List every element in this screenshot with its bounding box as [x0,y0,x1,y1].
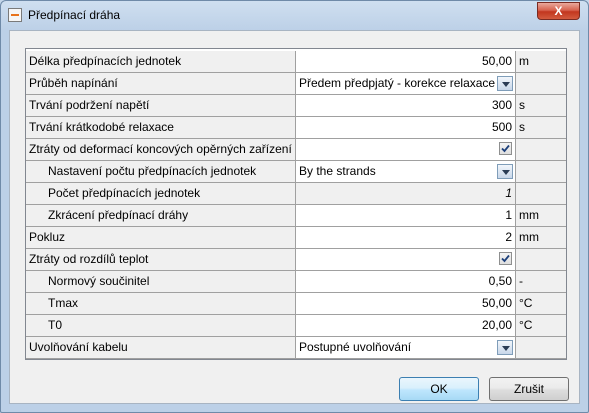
property-value-text: 500 [491,120,512,134]
property-label-cell[interactable]: Délka předpínacích jednotek [26,51,296,73]
property-unit: mm [516,205,566,227]
property-label-cell[interactable]: Trvání podržení napětí [26,95,296,117]
property-value-dropdown[interactable]: Postupné uvolňování [296,337,516,359]
property-value-number[interactable]: 2 [296,227,516,249]
dropdown-selected-value: Předem předpjatý - korekce relaxace [299,76,496,90]
dialog-window: Předpínací dráha X Délka předpínacích je… [0,0,589,413]
property-value-text: 1 [505,186,512,200]
property-label-cell[interactable]: Uvolňování kabelu [26,337,296,359]
property-row-ztraty_deformaci: Ztráty od deformací koncových opěrných z… [26,139,566,161]
chevron-down-icon[interactable] [497,340,513,355]
property-value-number[interactable]: 0,50 [296,271,516,293]
property-label: Pokluz [29,230,66,244]
property-row-prubeh: Průběh napínání Předem předpjatý - korekc… [26,73,566,95]
property-value-readonly: 1 [296,183,516,205]
property-label-cell[interactable]: Ztráty od deformací koncových opěrných z… [26,139,296,161]
property-value-text: 0,50 [488,274,512,288]
property-value-text: 1 [505,208,512,222]
property-label: Průběh napínání [29,76,118,90]
property-label-cell[interactable]: Nastavení počtu předpínacích jednotek [26,161,296,183]
property-label-cell[interactable]: Průběh napínání [26,73,296,95]
property-unit [516,183,566,205]
checkmark-icon [501,144,510,153]
property-label-cell[interactable]: Počet předpínacích jednotek [26,183,296,205]
ok-button[interactable]: OK [399,377,479,401]
checkmark-icon [501,254,510,263]
property-label: Počet předpínacích jednotek [48,186,201,200]
property-row-delka: Délka předpínacích jednotek 50,00 m [26,51,566,73]
property-value-dropdown[interactable]: By the strands [296,161,516,183]
property-row-tmax: Tmax 50,00 °C [26,293,566,315]
property-unit: m [516,51,566,73]
property-value-number[interactable]: 1 [296,205,516,227]
property-label: Tmax [48,296,78,310]
property-value-number[interactable]: 50,00 [296,293,516,315]
property-unit [516,249,566,271]
property-row-ztraty_teplot: Ztráty od rozdílů teplot [26,249,566,271]
title-bar[interactable]: Předpínací dráha X [1,1,588,29]
property-label-cell[interactable]: Zkrácení předpínací dráhy [26,205,296,227]
property-value-dropdown[interactable]: Předem předpjatý - korekce relaxace [296,73,516,95]
property-value-text: 300 [491,98,512,112]
dropdown-selected-value: Postupné uvolňování [299,340,412,354]
property-label: Ztráty od rozdílů teplot [29,252,149,266]
property-row-nastaveni_poctu: Nastavení počtu předpínacích jednotek By … [26,161,566,183]
checkbox[interactable] [499,252,512,265]
chevron-down-icon[interactable] [497,164,513,179]
property-label: Délka předpínacích jednotek [29,54,182,68]
property-row-trvani_relaxace: Trvání krátkodobé relaxace 500 s [26,117,566,139]
app-icon [8,8,22,22]
property-unit [516,139,566,161]
property-label: Zkrácení předpínací dráhy [48,208,189,222]
property-label-cell[interactable]: Trvání krátkodobé relaxace [26,117,296,139]
property-unit [516,161,566,183]
property-label: Trvání krátkodobé relaxace [29,120,174,134]
property-label: Ztráty od deformací koncových opěrných z… [29,142,292,156]
property-unit: °C [516,315,566,337]
property-value-checkbox[interactable] [296,139,516,161]
checkbox[interactable] [499,142,512,155]
dropdown-selected-value: By the strands [299,164,376,178]
property-label: T0 [48,318,63,332]
property-row-t0: T0 20,00 °C [26,315,566,337]
property-value-text: 50,00 [481,296,512,310]
property-label-cell[interactable]: Ztráty od rozdílů teplot [26,249,296,271]
property-row-normovy: Normový součinitel 0,50- [26,271,566,293]
chevron-down-icon[interactable] [497,76,513,91]
property-value-checkbox[interactable] [296,249,516,271]
cancel-button[interactable]: Zrušit [489,377,569,401]
property-value-text: 2 [505,230,512,244]
window-title: Předpínací dráha [28,8,121,22]
property-unit [516,337,566,359]
property-value-text: 50,00 [481,54,512,68]
property-unit [516,73,566,95]
property-label: Uvolňování kabelu [29,340,128,354]
property-unit: s [516,95,566,117]
dialog-client-area: Délka předpínacích jednotek 50,00 m Průběh … [9,30,580,404]
property-label: Nastavení počtu předpínacích jednotek [48,164,257,178]
property-unit: - [516,271,566,293]
property-row-trvani_podrzeni: Trvání podržení napětí 300 s [26,95,566,117]
property-unit: mm [516,227,566,249]
property-row-pokluz: Pokluz 2 mm [26,227,566,249]
property-row-pocet: Počet předpínacích jednotek 1 [26,183,566,205]
property-value-text: 20,00 [481,318,512,332]
property-label-cell[interactable]: Pokluz [26,227,296,249]
property-unit: °C [516,293,566,315]
property-label-cell[interactable]: Tmax [26,293,296,315]
property-unit: s [516,117,566,139]
property-label: Normový součinitel [48,274,150,288]
close-button[interactable]: X [537,2,580,20]
property-row-zkraceni: Zkrácení předpínací dráhy 1 mm [26,205,566,227]
property-grid: Délka předpínacích jednotek 50,00 m Průběh … [25,48,567,360]
property-label: Trvání podržení napětí [29,98,150,112]
property-value-number[interactable]: 300 [296,95,516,117]
property-label-cell[interactable]: Normový součinitel [26,271,296,293]
property-value-number[interactable]: 500 [296,117,516,139]
property-value-number[interactable]: 20,00 [296,315,516,337]
property-value-number[interactable]: 50,00 [296,51,516,73]
property-label-cell[interactable]: T0 [26,315,296,337]
property-row-uvolnovani: Uvolňování kabelu Postupné uvolňování [26,337,566,359]
